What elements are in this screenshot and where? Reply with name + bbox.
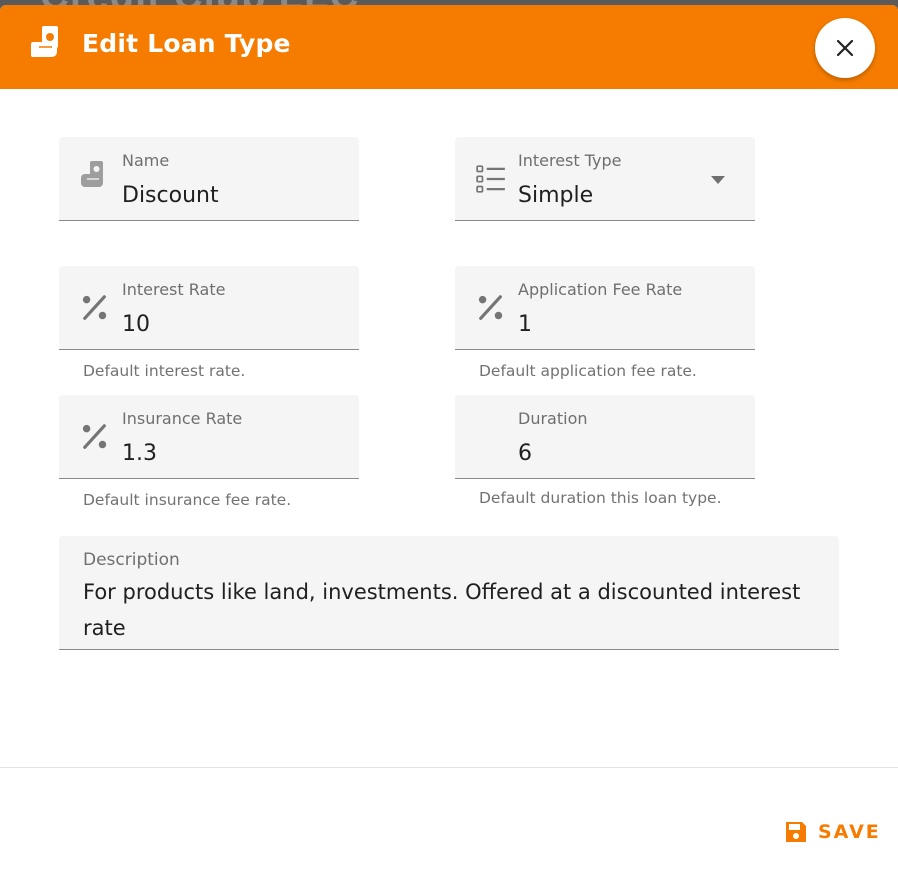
interest-rate-value: 10 bbox=[122, 312, 150, 337]
edit-loan-type-dialog: Edit Loan Type Name Discount Interest Ty… bbox=[0, 5, 898, 870]
application-fee-rate-value: 1 bbox=[518, 312, 532, 337]
name-value: Discount bbox=[122, 183, 219, 208]
interest-type-label: Interest Type bbox=[518, 151, 622, 170]
application-fee-rate-field[interactable]: Application Fee Rate 1 bbox=[455, 266, 755, 350]
floppy-disk-icon bbox=[786, 822, 806, 842]
insurance-rate-hint: Default insurance fee rate. bbox=[83, 491, 292, 509]
duration-hint: Default duration this loan type. bbox=[479, 489, 722, 507]
application-fee-rate-label: Application Fee Rate bbox=[518, 280, 683, 299]
interest-rate-field[interactable]: Interest Rate 10 bbox=[59, 266, 359, 350]
name-field[interactable]: Name Discount bbox=[59, 137, 359, 221]
description-label: Description bbox=[83, 550, 180, 570]
list-icon bbox=[476, 165, 505, 193]
hand-money-icon bbox=[31, 26, 58, 57]
application-fee-rate-hint: Default application fee rate. bbox=[479, 362, 697, 380]
percent-icon bbox=[82, 295, 107, 320]
name-label: Name bbox=[122, 151, 170, 170]
dialog-title: Edit Loan Type bbox=[82, 29, 291, 58]
insurance-rate-field[interactable]: Insurance Rate 1.3 bbox=[59, 395, 359, 479]
dialog-header: Edit Loan Type bbox=[0, 5, 898, 89]
interest-rate-label: Interest Rate bbox=[122, 280, 226, 299]
close-icon bbox=[836, 39, 854, 57]
hand-money-icon bbox=[81, 161, 103, 187]
footer-divider bbox=[0, 767, 898, 768]
duration-field[interactable]: Duration 6 bbox=[455, 395, 755, 479]
description-value: For products like land, investments. Off… bbox=[83, 580, 801, 640]
duration-value: 6 bbox=[518, 441, 532, 466]
chevron-down-icon bbox=[711, 176, 725, 184]
insurance-rate-label: Insurance Rate bbox=[122, 409, 243, 428]
interest-type-value: Simple bbox=[518, 183, 594, 208]
insurance-rate-value: 1.3 bbox=[122, 441, 157, 466]
interest-rate-hint: Default interest rate. bbox=[83, 362, 246, 380]
save-button[interactable]: SAVE bbox=[784, 817, 881, 847]
description-textarea[interactable]: Description For products like land, inve… bbox=[59, 536, 839, 650]
percent-icon bbox=[478, 295, 503, 320]
duration-label: Duration bbox=[518, 409, 588, 428]
save-label: SAVE bbox=[818, 821, 881, 843]
interest-type-select[interactable]: Interest Type Simple bbox=[455, 137, 755, 221]
percent-icon bbox=[82, 424, 107, 449]
close-button[interactable] bbox=[815, 18, 875, 78]
